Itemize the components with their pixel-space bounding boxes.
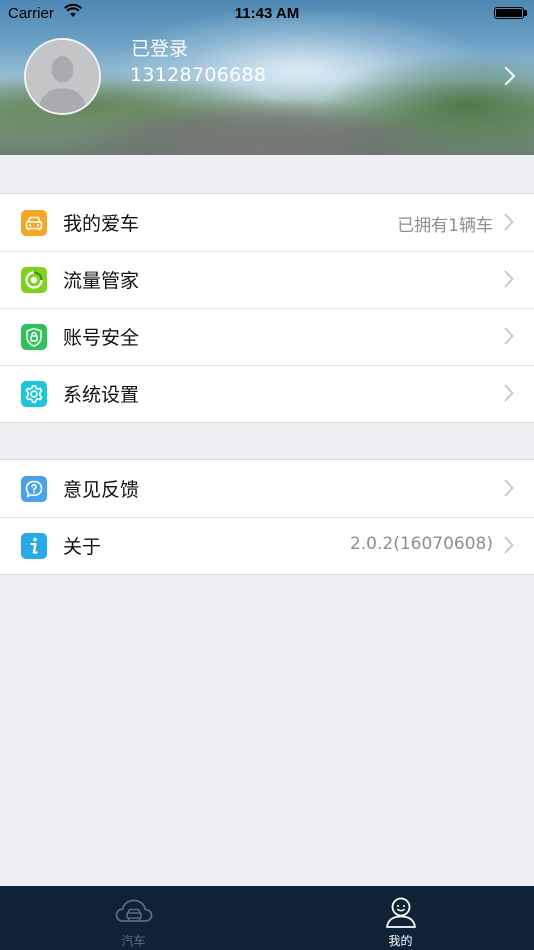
chevron-right-icon [504, 479, 514, 497]
menu-item-my-car[interactable]: 我的爱车 已拥有1辆车 [0, 194, 534, 251]
header-background-road [70, 100, 450, 155]
car-icon [21, 210, 47, 236]
battery-tip [524, 10, 527, 16]
chevron-right-icon [504, 536, 514, 554]
chevron-right-icon [504, 327, 514, 345]
status-bar: Carrier 11:43 AM [0, 0, 534, 28]
gear-icon [21, 381, 47, 407]
menu-item-label: 我的爱车 [63, 213, 140, 235]
tab-label: 我的 [388, 934, 413, 948]
car-cloud-icon [115, 899, 153, 922]
menu-group-support: 意见反馈 关于 2.0.2(16070608) [0, 459, 534, 575]
info-icon [21, 533, 47, 559]
menu-item-system-settings[interactable]: 系统设置 [0, 365, 534, 422]
menu-item-feedback[interactable]: 意见反馈 [0, 460, 534, 517]
login-status: 已登录 [131, 38, 189, 60]
menu-item-label: 流量管家 [63, 270, 140, 292]
avatar[interactable] [24, 38, 101, 115]
app-version-detail: 2.0.2(16070608) [349, 534, 493, 554]
chevron-right-icon [504, 213, 514, 231]
default-avatar-icon [26, 40, 99, 113]
tab-bar: 汽车 我的 [0, 886, 534, 950]
menu-item-label: 关于 [63, 536, 102, 558]
battery-icon [494, 7, 524, 19]
tab-mine[interactable]: 我的 [267, 886, 534, 950]
profile-header[interactable]: Carrier 11:43 AM 已登录 13128706688 [0, 0, 534, 155]
menu-item-label: 系统设置 [63, 384, 140, 406]
tab-car[interactable]: 汽车 [0, 886, 267, 950]
menu-item-about[interactable]: 关于 2.0.2(16070608) [0, 517, 534, 574]
data-flow-icon [21, 267, 47, 293]
menu-item-label: 账号安全 [63, 327, 140, 349]
user-phone-number: 13128706688 [130, 64, 267, 86]
clock-label: 11:43 AM [234, 5, 300, 22]
menu-item-data-manager[interactable]: 流量管家 [0, 251, 534, 308]
menu-item-account-security[interactable]: 账号安全 [0, 308, 534, 365]
chevron-right-icon [504, 270, 514, 288]
tab-label: 汽车 [121, 934, 146, 948]
chevron-right-icon [504, 384, 514, 402]
menu-group-vehicle: 我的爱车 已拥有1辆车 流量管家 账号安全 系统设置 [0, 193, 534, 423]
car-count-detail: 已拥有1辆车 [397, 216, 493, 236]
menu-item-label: 意见反馈 [63, 479, 140, 501]
feedback-question-icon [21, 476, 47, 502]
user-icon [386, 897, 416, 928]
shield-lock-icon [21, 324, 47, 350]
chevron-right-icon [505, 67, 515, 85]
